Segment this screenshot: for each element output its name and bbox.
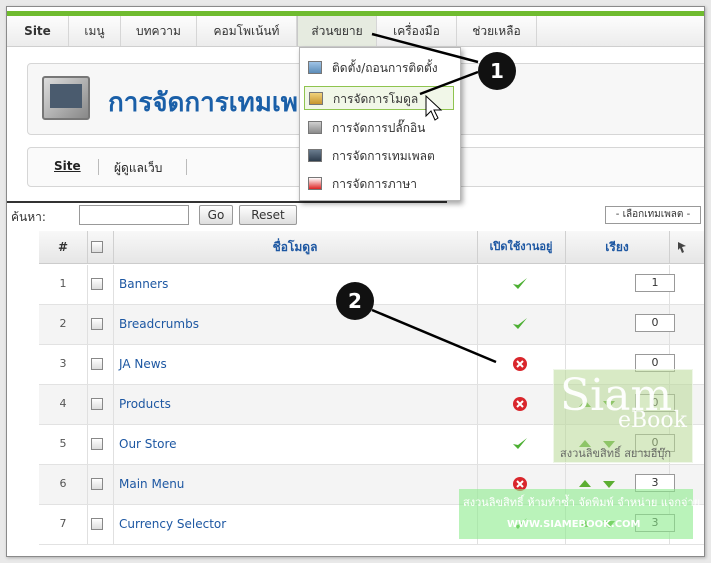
callout-1: 1 [478, 52, 516, 90]
arrow-1-line-b [419, 70, 479, 96]
callout-2: 2 [336, 282, 374, 320]
arrow-2-line [371, 308, 497, 364]
arrow-1-line-a [371, 32, 479, 64]
mouse-cursor-icon [425, 94, 443, 121]
